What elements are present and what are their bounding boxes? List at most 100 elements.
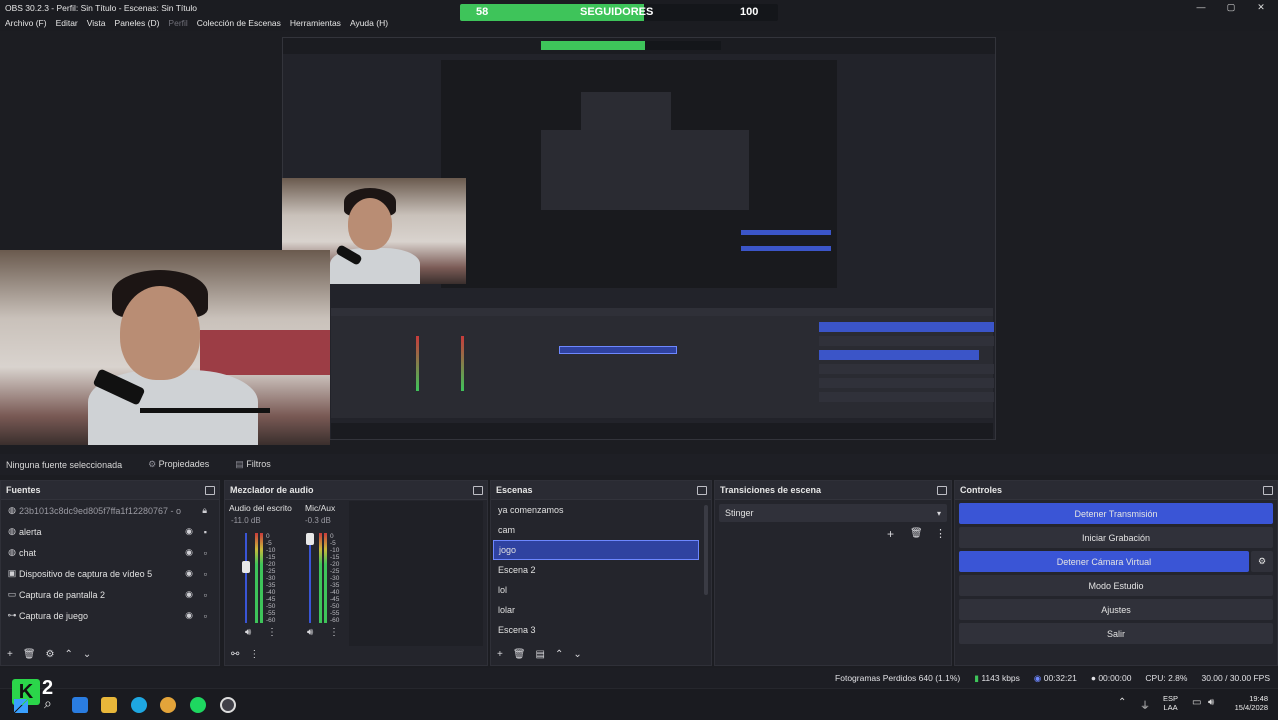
down-icon[interactable]: ⌄ [83, 649, 91, 660]
undock-icon[interactable] [205, 485, 215, 495]
network-icon[interactable]: ▭ [1192, 697, 1201, 708]
scene-item[interactable]: Escena 3 [493, 620, 699, 640]
add-icon[interactable]: + [7, 649, 13, 660]
lock-icon[interactable]: ▪ [204, 527, 207, 537]
windows-start-icon[interactable] [14, 699, 28, 713]
scene-item[interactable]: lolar [493, 600, 699, 620]
transition-select[interactable]: Stinger ▾ [719, 504, 947, 522]
properties-button[interactable]: ⚙ Propiedades [148, 459, 209, 470]
menu-archivo[interactable]: Archivo (F) [5, 18, 47, 28]
volume-slider-handle[interactable] [242, 561, 250, 573]
kebab-menu-icon[interactable]: ⋮ [935, 527, 946, 540]
language-indicator[interactable]: ESP LAA [1163, 694, 1178, 712]
obs-icon[interactable] [220, 697, 236, 713]
studio-mode-button[interactable]: Modo Estudio [959, 575, 1273, 596]
eye-icon[interactable]: ◉ [185, 610, 193, 621]
filters-button[interactable]: ▤ Filtros [235, 459, 271, 470]
chevron-up-icon[interactable]: ⌃ [1118, 697, 1126, 708]
exit-button[interactable]: Salir [959, 623, 1273, 644]
channel-db: -0.3 dB [305, 516, 331, 525]
scene-list: ya comenzamos cam jogo Escena 2 lol lola… [491, 500, 711, 640]
menu-ayuda[interactable]: Ayuda (H) [350, 18, 388, 28]
source-item[interactable]: ▭ Captura de pantalla 2 ◉ ▫ [1, 584, 219, 605]
volume-slider-track[interactable] [245, 533, 247, 623]
add-icon[interactable]: + [497, 649, 503, 660]
scene-item[interactable]: ya comenzamos [493, 500, 699, 520]
up-icon[interactable]: ⌃ [555, 649, 563, 660]
menu-perfil[interactable]: Perfil [168, 18, 187, 28]
undock-icon[interactable] [937, 485, 947, 495]
up-icon[interactable]: ⌃ [65, 649, 73, 660]
menu-paneles[interactable]: Paneles (D) [115, 18, 160, 28]
source-item[interactable]: ▣ Dispositivo de captura de vídeo 5 ◉ ▫ [1, 563, 219, 584]
scenes-header: Escenas [491, 481, 711, 500]
chrome-icon[interactable] [160, 697, 176, 713]
stop-streaming-button[interactable]: Detener Transmisión [959, 503, 1273, 524]
file-explorer-icon[interactable] [101, 697, 117, 713]
source-item[interactable]: ◍ alerta ◉ ▪ [1, 521, 219, 542]
stop-virtual-camera-button[interactable]: Detener Cámara Virtual [959, 551, 1249, 572]
lock-icon[interactable]: ▫ [204, 590, 207, 600]
add-icon[interactable]: + [887, 527, 894, 541]
spotify-icon[interactable] [190, 697, 206, 713]
vscode-icon[interactable] [72, 697, 88, 713]
lock-icon[interactable]: ▫ [204, 611, 207, 621]
eye-icon[interactable]: ◉ [185, 589, 193, 600]
undock-icon[interactable] [697, 485, 707, 495]
virtual-camera-settings-button[interactable]: ⚙ [1251, 551, 1273, 572]
kebab-menu-icon[interactable]: ⋮ [329, 627, 339, 638]
menu-herramientas[interactable]: Herramientas [290, 18, 341, 28]
settings-button[interactable]: Ajustes [959, 599, 1273, 620]
scene-item[interactable]: Escena 2 [493, 560, 699, 580]
scenes-scrollbar[interactable] [704, 505, 708, 595]
volume-icon[interactable]: 🔊︎ [1208, 697, 1214, 708]
source-item[interactable]: ⊶ Captura de juego ◉ ▫ [1, 605, 219, 626]
lock-icon[interactable]: ▫ [204, 548, 207, 558]
volume-slider-handle[interactable] [306, 533, 314, 545]
globe-icon: ◍ [8, 547, 16, 557]
undock-icon[interactable] [473, 485, 483, 495]
start-recording-button[interactable]: Iniciar Grabación [959, 527, 1273, 548]
search-icon[interactable]: ⌕ [44, 695, 52, 712]
fps: 30.00 / 30.00 FPS [1201, 673, 1270, 683]
kebab-menu-icon[interactable]: ⋮ [249, 649, 259, 660]
link-icon[interactable]: ⚯ [231, 649, 239, 660]
scene-item[interactable]: lol [493, 580, 699, 600]
source-item[interactable]: ◍ chat ◉ ▫ [1, 542, 219, 563]
source-item[interactable]: ◍ 23b1013c8dc9ed805f7ffa1f12280767 - o 🔒︎ [1, 500, 219, 521]
eye-icon[interactable]: ◉ [185, 547, 193, 558]
down-icon[interactable]: ⌄ [573, 649, 581, 660]
lock-icon[interactable]: 🔒︎ [202, 505, 207, 516]
filter-icon[interactable]: ▤ [536, 649, 545, 660]
speaker-icon[interactable]: 🔊︎ [307, 627, 313, 638]
scene-item[interactable]: cam [493, 520, 699, 540]
clock[interactable]: 19:48 15/4/2028 [1226, 694, 1268, 712]
trash-icon[interactable]: 🗑︎ [513, 649, 526, 660]
db-scale: 0 -5 -10 -15 -20 -25 -30 -35 -40 -45 -50 -55 -60 [266, 533, 275, 624]
trash-icon[interactable]: 🗑︎ [910, 528, 923, 539]
channel-name: Audio del escrito [229, 503, 292, 513]
preview-canvas[interactable] [0, 31, 1278, 445]
trash-icon[interactable]: 🗑︎ [23, 649, 36, 660]
lock-icon[interactable]: ▫ [204, 569, 207, 579]
volume-slider-track[interactable] [309, 533, 311, 623]
maximize-button[interactable]: ▢ [1216, 0, 1246, 15]
minimize-button[interactable]: — [1186, 0, 1216, 15]
scene-item-selected[interactable]: jogo [493, 540, 699, 560]
db-tick: -25 [330, 568, 340, 575]
eye-icon[interactable]: ◉ [185, 526, 193, 537]
microphone-icon[interactable]: ⏚ [1140, 697, 1150, 712]
undock-icon[interactable] [1263, 485, 1273, 495]
speaker-icon[interactable]: 🔊︎ [245, 627, 251, 638]
kebab-menu-icon[interactable]: ⋮ [267, 627, 277, 638]
eye-icon[interactable]: ◉ [185, 568, 193, 579]
close-button[interactable]: ✕ [1246, 0, 1276, 15]
follower-goal-bar: 58 SEGUIDORES 100 [460, 4, 778, 21]
gear-icon[interactable]: ⚙ [46, 649, 55, 660]
menu-coleccion-escenas[interactable]: Colección de Escenas [197, 18, 281, 28]
source-toolbar: Ninguna fuente seleccionada ⚙ Propiedade… [0, 454, 1278, 475]
menu-vista[interactable]: Vista [87, 18, 106, 28]
menu-editar[interactable]: Editar [56, 18, 78, 28]
gear-icon: ⚙ [1257, 556, 1267, 566]
edge-icon[interactable] [131, 697, 147, 713]
